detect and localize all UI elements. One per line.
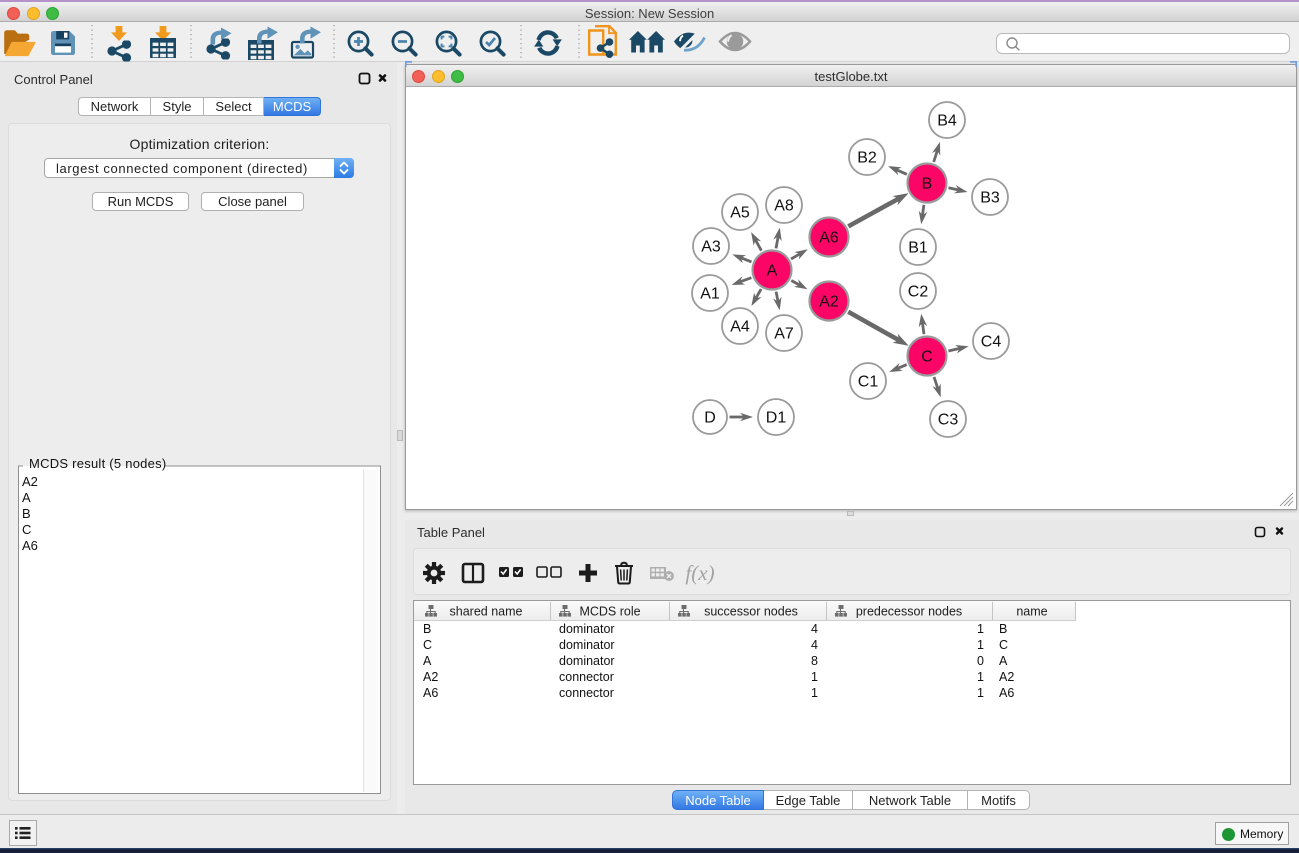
- svg-text:B: B: [423, 622, 431, 636]
- svg-text:1: 1: [811, 670, 818, 684]
- svg-text:B: B: [999, 622, 1007, 636]
- svg-text:1: 1: [977, 670, 984, 684]
- svg-text:D: D: [704, 410, 716, 427]
- svg-text:name: name: [1016, 605, 1047, 619]
- svg-text:A6: A6: [423, 686, 438, 700]
- svg-text:B: B: [922, 176, 933, 193]
- svg-text:A1: A1: [700, 286, 720, 303]
- svg-text:MCDS role: MCDS role: [579, 605, 640, 619]
- svg-text:A2: A2: [819, 294, 839, 311]
- svg-text:A7: A7: [774, 326, 794, 343]
- svg-text:A5: A5: [730, 205, 750, 222]
- svg-text:D1: D1: [766, 410, 787, 427]
- svg-text:B1: B1: [908, 240, 928, 257]
- svg-text:4: 4: [811, 622, 818, 636]
- svg-text:1: 1: [977, 622, 984, 636]
- svg-text:A: A: [767, 263, 778, 280]
- svg-text:1: 1: [811, 686, 818, 700]
- svg-text:A2: A2: [999, 670, 1014, 684]
- svg-text:C: C: [999, 638, 1008, 652]
- svg-text:B3: B3: [980, 190, 1000, 207]
- svg-text:f(x): f(x): [685, 561, 714, 585]
- svg-text:A6: A6: [819, 230, 839, 247]
- svg-text:C: C: [423, 638, 432, 652]
- svg-text:A8: A8: [774, 198, 794, 215]
- svg-text:C: C: [921, 349, 933, 366]
- svg-text:A6: A6: [999, 686, 1014, 700]
- svg-text:connector: connector: [559, 686, 614, 700]
- svg-text:A4: A4: [730, 319, 750, 336]
- svg-text:B2: B2: [857, 150, 877, 167]
- svg-text:B4: B4: [937, 113, 957, 130]
- svg-text:predecessor nodes: predecessor nodes: [856, 605, 962, 619]
- svg-text:dominator: dominator: [559, 622, 615, 636]
- svg-text:dominator: dominator: [559, 638, 615, 652]
- svg-text:successor nodes: successor nodes: [704, 605, 798, 619]
- svg-text:1: 1: [977, 686, 984, 700]
- svg-text:C4: C4: [981, 334, 1002, 351]
- svg-text:shared name: shared name: [450, 605, 523, 619]
- svg-text:connector: connector: [559, 670, 614, 684]
- svg-text:C1: C1: [858, 374, 879, 391]
- svg-text:8: 8: [811, 654, 818, 668]
- svg-text:1: 1: [977, 638, 984, 652]
- svg-text:A: A: [423, 654, 432, 668]
- svg-text:C2: C2: [908, 284, 929, 301]
- svg-text:A3: A3: [701, 239, 721, 256]
- svg-text:C3: C3: [938, 412, 959, 429]
- svg-text:4: 4: [811, 638, 818, 652]
- svg-text:0: 0: [977, 654, 984, 668]
- svg-text:A: A: [999, 654, 1008, 668]
- svg-text:dominator: dominator: [559, 654, 615, 668]
- svg-text:A2: A2: [423, 670, 438, 684]
